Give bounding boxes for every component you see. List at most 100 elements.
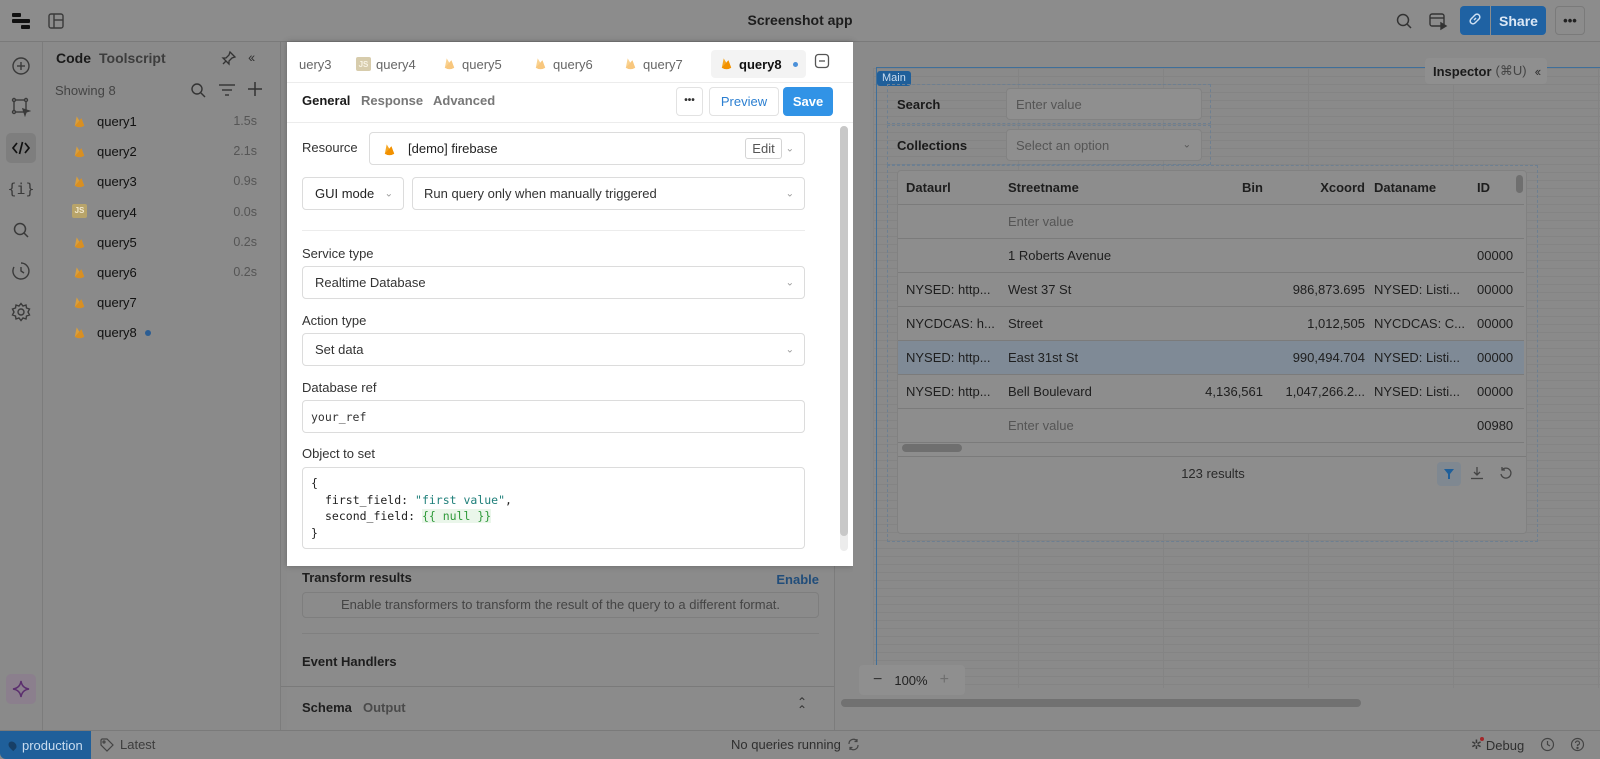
search-icon[interactable]	[6, 215, 36, 245]
code-icon[interactable]	[6, 133, 36, 163]
zoom-in-button[interactable]: +	[940, 671, 949, 689]
transform-results-label: Transform results	[302, 570, 412, 585]
pin-icon[interactable]	[221, 50, 237, 69]
preview-app-icon[interactable]	[1428, 11, 1448, 31]
collapse-inspector-icon[interactable]: ‹‹	[1535, 64, 1542, 79]
tab-output[interactable]: Output	[363, 700, 406, 715]
query-list-item[interactable]: JS query4 0.0s	[43, 197, 281, 227]
table-row[interactable]: NYCDCAS: h... Street 1,012,505 NYCDCAS: C..…	[898, 307, 1524, 341]
canvas-horizontal-scrollbar[interactable]	[841, 699, 1361, 707]
code-line: second_field: {{ null }}	[311, 508, 796, 525]
table-cell: Enter value	[1008, 418, 1074, 433]
search-component[interactable]: Search Enter value	[887, 84, 1211, 124]
table-row[interactable]: NYSED: http... West 37 St 986,873.695 NYSED…	[898, 273, 1524, 307]
query-list-item[interactable]: query1 1.5s	[43, 106, 281, 136]
query-tab[interactable]: query8	[711, 50, 806, 78]
history-icon[interactable]	[6, 256, 36, 286]
tab-response[interactable]: Response	[361, 93, 423, 108]
query-list-item[interactable]: query5 0.2s	[43, 227, 281, 257]
tab-toolscript[interactable]: Toolscript	[99, 50, 166, 66]
object-code-editor[interactable]: { first_field: "first value", second_fie…	[302, 467, 805, 549]
select-component-icon[interactable]	[6, 92, 36, 122]
assistant-sparkle-icon[interactable]	[6, 674, 36, 704]
vertical-scrollbar[interactable]	[1516, 173, 1525, 443]
expand-up-icon[interactable]: ⌃ ⌃	[797, 696, 807, 716]
filter-icon[interactable]	[218, 83, 236, 100]
column-header[interactable]: Streetname	[1008, 180, 1079, 195]
tab-general[interactable]: General	[302, 93, 350, 108]
query-list-item[interactable]: query7	[43, 287, 281, 317]
query-list-item[interactable]: query3 0.9s	[43, 166, 281, 196]
column-header[interactable]: Bin	[1242, 180, 1263, 195]
collections-component[interactable]: Collections Select an option ⌄	[887, 125, 1211, 165]
column-header[interactable]: ID	[1477, 180, 1490, 195]
query-list-item[interactable]: query8	[43, 317, 281, 347]
more-options-button[interactable]: •••	[1555, 6, 1585, 35]
table-row[interactable]: NYSED: http... East 31st St 990,494.704 NYS…	[898, 341, 1524, 375]
table-row[interactable]: 1 Roberts Avenue 00000	[898, 239, 1524, 273]
settings-icon[interactable]	[6, 297, 36, 327]
zoom-out-button[interactable]: −	[873, 671, 882, 689]
service-type-select[interactable]: Realtime Database ⌄	[302, 266, 805, 299]
debug-button[interactable]: ✲ Debug	[1471, 737, 1524, 753]
enable-transform-link[interactable]: Enable	[776, 572, 819, 587]
share-button[interactable]: Share	[1491, 6, 1546, 35]
inspector-toggle[interactable]: Inspector (⌘U) ‹‹	[1425, 58, 1548, 84]
query-runtime: 0.9s	[233, 174, 257, 189]
collapse-panel-icon[interactable]: ‹‹	[248, 49, 255, 65]
tab-code[interactable]: Code	[56, 50, 91, 66]
editor-scrollbar[interactable]	[840, 126, 848, 551]
query-tab[interactable]: query7	[623, 52, 683, 76]
tab-advanced[interactable]: Advanced	[433, 93, 495, 108]
mode-value: GUI mode	[315, 186, 375, 201]
column-header[interactable]: Xcoord	[1320, 180, 1365, 195]
table-cell: 00000	[1477, 282, 1514, 297]
database-ref-input[interactable]: your_ref	[302, 400, 805, 433]
save-button[interactable]: Save	[783, 87, 833, 116]
query-name: query6	[97, 265, 137, 280]
table-cell: NYCDCAS: C...	[1374, 316, 1466, 331]
table-row[interactable]: Enter value 00980	[898, 409, 1524, 443]
query-tab[interactable]: query5	[442, 52, 502, 76]
minimize-editor-icon[interactable]	[814, 53, 830, 72]
query-tab[interactable]: JS query4	[356, 52, 416, 76]
history-icon[interactable]	[1540, 737, 1555, 755]
query-tab[interactable]: query6	[533, 52, 593, 76]
refresh-icon[interactable]	[1499, 466, 1513, 483]
query-tab[interactable]: uery3	[299, 52, 332, 76]
edit-resource-button[interactable]: Edit	[745, 138, 782, 159]
download-icon[interactable]	[1470, 466, 1484, 483]
copy-link-button[interactable]	[1460, 6, 1490, 35]
table-header: Dataurl Streetname Bin Xcoord Dataname ID	[898, 171, 1524, 205]
table-row[interactable]: NYSED: http... Bell Boulevard 4,136,561 1,0…	[898, 375, 1524, 409]
collections-select[interactable]: Select an option ⌄	[1006, 129, 1202, 161]
action-type-select[interactable]: Set data ⌄	[302, 333, 805, 366]
query-list-item[interactable]: query2 2.1s	[43, 136, 281, 166]
add-query-icon[interactable]	[247, 81, 263, 100]
environment-selector[interactable]: production	[0, 731, 91, 759]
column-header[interactable]: Dataname	[1374, 180, 1436, 195]
horizontal-scrollbar[interactable]	[902, 444, 962, 452]
database-ref-value: your_ref	[311, 410, 367, 424]
firebase-icon	[72, 113, 87, 132]
firebase-icon	[442, 55, 457, 74]
mode-select[interactable]: GUI mode ⌄	[302, 177, 404, 210]
resource-select[interactable]: [demo] firebase Edit ⌄	[369, 132, 805, 165]
search-queries-icon[interactable]	[190, 82, 206, 101]
help-icon[interactable]	[1570, 737, 1585, 755]
column-header[interactable]: Dataurl	[906, 180, 951, 195]
add-component-icon[interactable]	[6, 51, 36, 81]
search-icon[interactable]	[1395, 12, 1413, 30]
version-selector[interactable]: Latest	[100, 737, 155, 752]
table-cell: NYCDCAS: h...	[906, 316, 995, 331]
filter-icon[interactable]	[1437, 462, 1461, 486]
query-list-item[interactable]: query6 0.2s	[43, 257, 281, 287]
more-actions-button[interactable]: •••	[676, 87, 703, 116]
trigger-select[interactable]: Run query only when manually triggered ⌄	[412, 177, 805, 210]
service-type-value: Realtime Database	[315, 275, 426, 290]
search-input[interactable]: Enter value	[1006, 88, 1202, 120]
state-icon[interactable]: {i}	[6, 174, 36, 204]
table-row[interactable]: Enter value	[898, 205, 1524, 239]
tab-schema[interactable]: Schema	[302, 700, 352, 715]
preview-button[interactable]: Preview	[709, 87, 779, 116]
